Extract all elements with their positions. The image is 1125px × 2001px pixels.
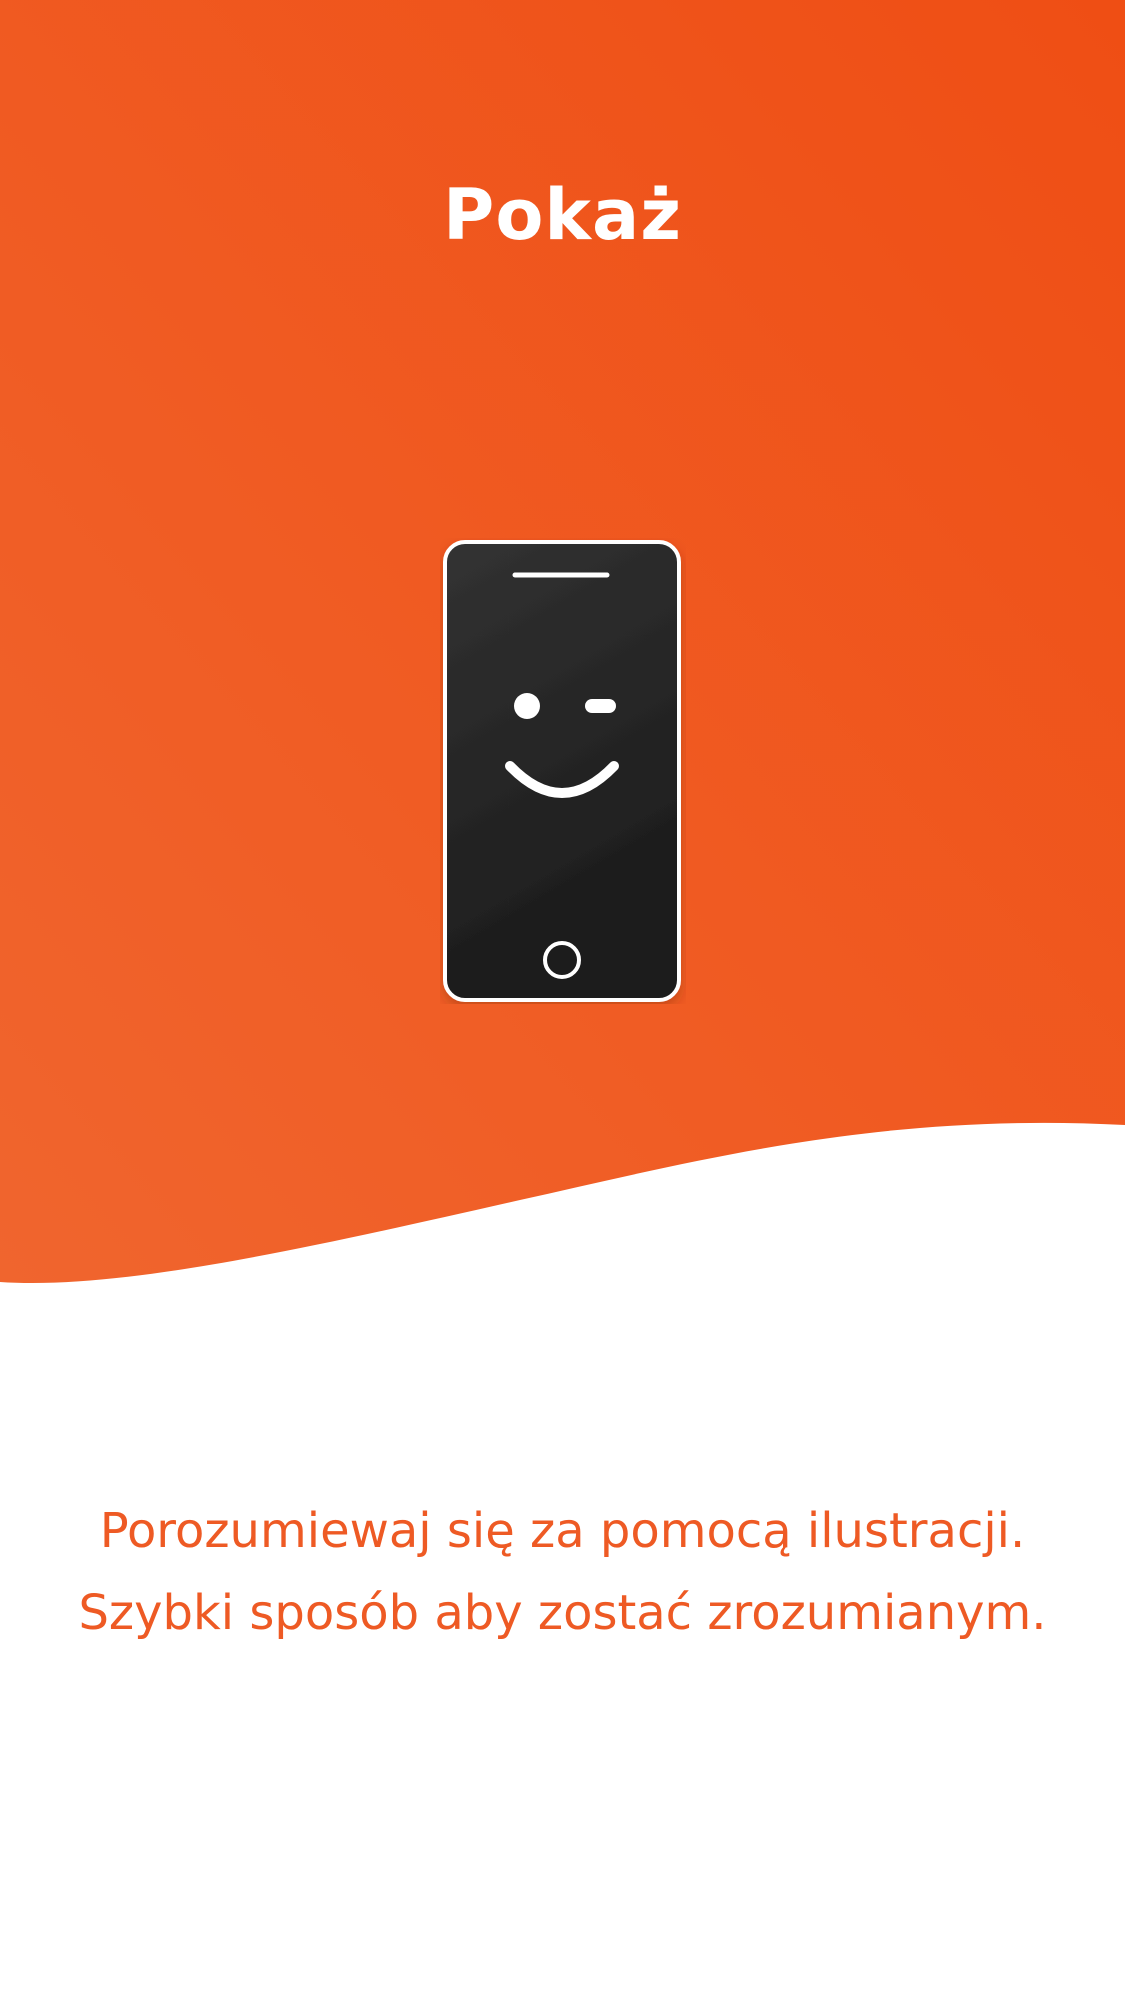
description-line-2: Szybki sposób aby zostać zrozumianym. [78,1585,1047,1641]
onboarding-screen: Pokaż Porozumiewaj się za pomocą ilustra… [0,0,1125,2001]
onboarding-description: Porozumiewaj się za pomocą ilustracji. S… [40,1490,1085,1654]
winking-phone-icon [443,540,681,1002]
page-title: Pokaż [443,174,682,256]
description-line-1: Porozumiewaj się za pomocą ilustracji. [99,1503,1026,1559]
